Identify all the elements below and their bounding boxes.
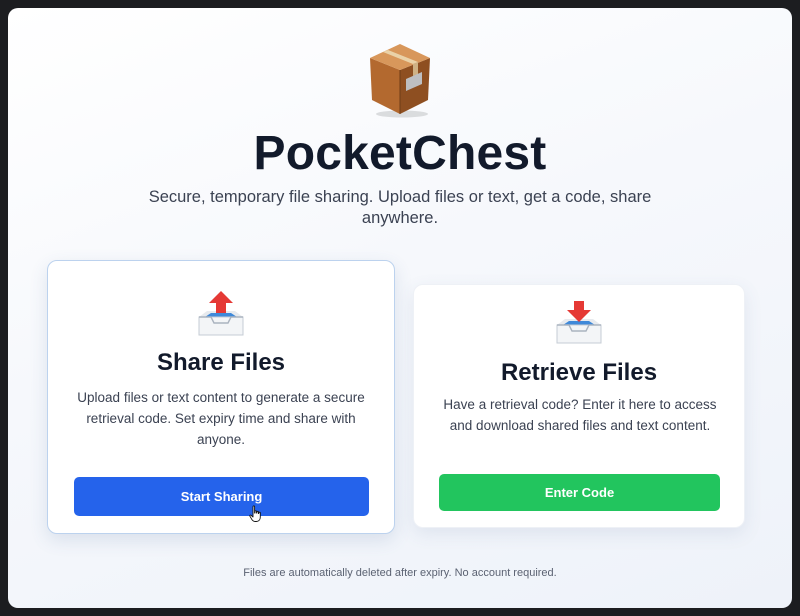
app-title: PocketChest <box>253 127 547 180</box>
footer-note: Files are automatically deleted after ex… <box>243 567 557 579</box>
package-box-icon <box>370 44 430 118</box>
share-files-description: Upload files or text content to generate… <box>77 390 365 447</box>
share-files-card: Share Files Upload files or text content… <box>47 260 395 534</box>
enter-code-button[interactable]: Enter Code <box>439 474 720 511</box>
app-subtitle: Secure, temporary file sharing. Upload f… <box>148 188 652 227</box>
outbox-tray-icon <box>198 291 244 336</box>
retrieve-files-title: Retrieve Files <box>500 359 658 386</box>
start-sharing-button[interactable]: Start Sharing <box>74 477 369 516</box>
hand-pointer-icon <box>249 505 261 522</box>
retrieve-files-card: Retrieve Files Have a retrieval code? En… <box>413 284 745 528</box>
app-window: PocketChest Secure, temporary file shari… <box>8 8 792 608</box>
retrieve-files-description: Have a retrieval code? Enter it here to … <box>443 397 717 433</box>
inbox-tray-icon <box>556 301 602 344</box>
share-files-title: Share Files <box>156 349 286 376</box>
